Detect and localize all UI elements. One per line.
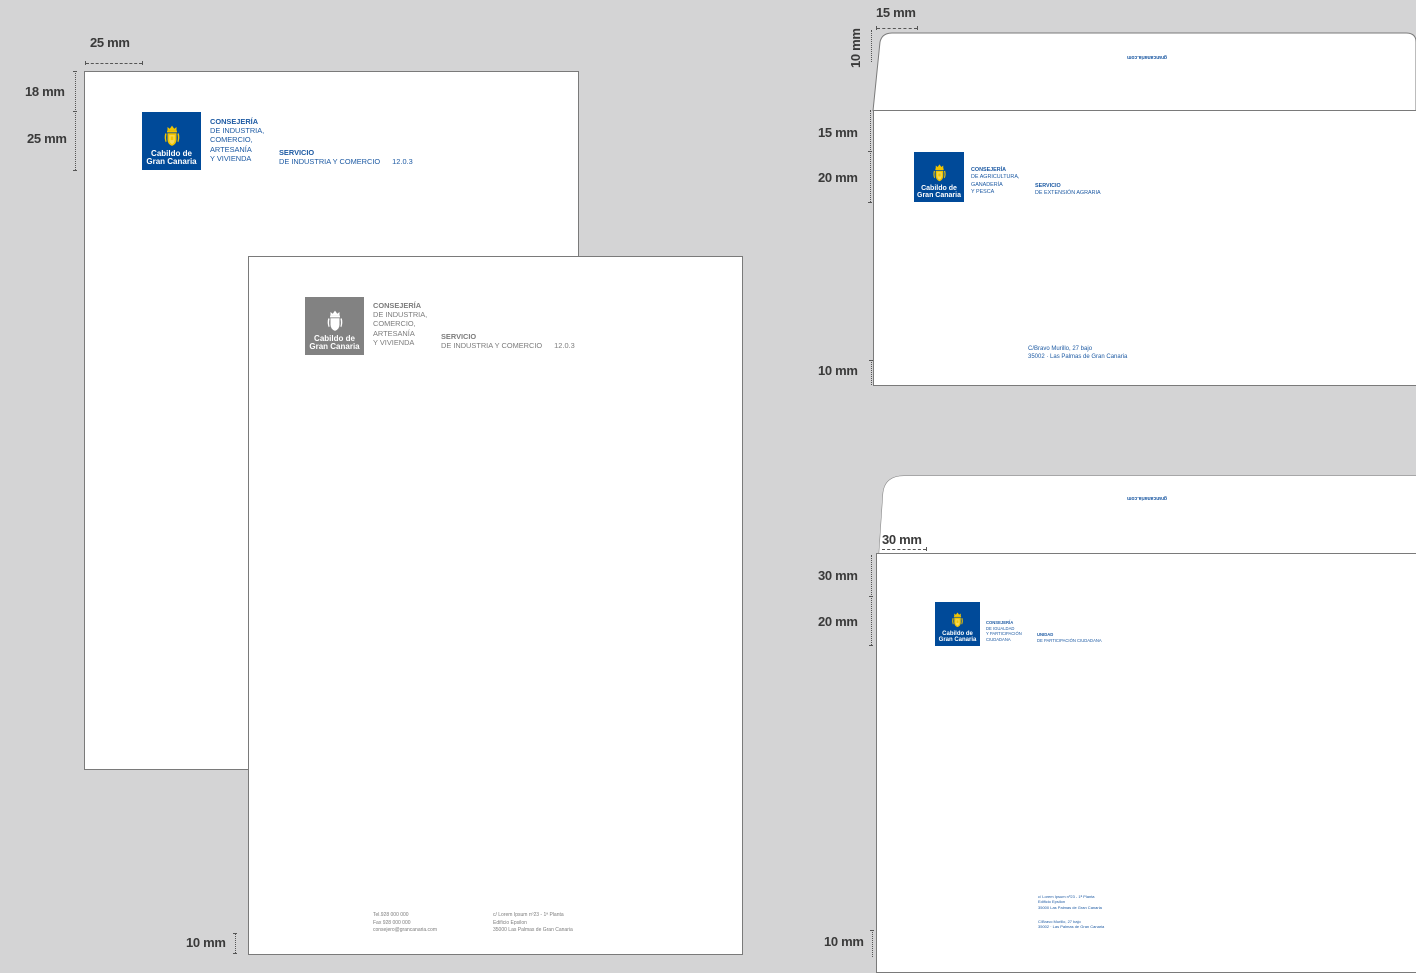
logo-line2: Gran Canaria xyxy=(309,342,360,351)
envelope1-flap xyxy=(872,32,1416,112)
envelope2-address1: c/ Lorem Ipsum nº23 - 1ª Planta Edificio… xyxy=(1038,894,1102,910)
logo-line2: Gran Canaria xyxy=(917,192,961,199)
servicio-sub: DE EXTENSIÓN AGRARIA xyxy=(1035,190,1101,197)
logo-color: Cabildo de Gran Canaria xyxy=(142,112,201,170)
coat-of-arms-icon xyxy=(932,163,947,183)
servicio-code: 12.0.3 xyxy=(554,341,575,351)
logo-gray: Cabildo de Gran Canaria xyxy=(305,297,364,355)
consejeria-block: CONSEJERÍA DE INDUSTRIA, COMERCIO, ARTES… xyxy=(373,301,427,347)
consejeria-line: Y VIVIENDA xyxy=(373,337,415,347)
servicio-block: SERVICIO DE INDUSTRIA Y COMERCIO 12.0.3 xyxy=(441,332,575,350)
dim-bottom-margin: 10 mm xyxy=(186,935,226,950)
dim-bottom: 10 mm xyxy=(824,934,864,949)
consejeria-line: DE AGRICULTURA, xyxy=(971,174,1020,181)
logo-color: Cabildo de Gran Canaria xyxy=(914,152,964,202)
unidad-block: UNIDAD DE PARTICIPACIÓN CIUDADANA xyxy=(1037,632,1102,643)
consejeria-line: GANADERÍA xyxy=(971,181,1003,188)
consejeria-line: COMERCIO, xyxy=(210,135,253,145)
consejeria-title: CONSEJERÍA xyxy=(373,301,422,310)
address-line: C/Bravo Murillo, 27 bajo xyxy=(1028,346,1093,352)
coat-of-arms-icon xyxy=(163,124,181,148)
dim-top: 15 mm xyxy=(818,125,858,140)
servicio-block: SERVICIO DE INDUSTRIA Y COMERCIO 12.0.3 xyxy=(279,148,413,166)
envelope2-flap xyxy=(878,475,1416,556)
footer-email: consejero@grancanaria.com xyxy=(373,927,437,933)
address-line: 35002 · Las Palmas de Gran Canaria xyxy=(1038,924,1105,930)
consejeria-line: COMERCIO, xyxy=(373,319,416,329)
consejeria-line: DE INDUSTRIA, xyxy=(210,126,265,136)
consejeria-title: CONSEJERÍA xyxy=(210,117,259,126)
consejeria-line: Y PARTICIPACIÓN xyxy=(986,631,1022,636)
servicio-sub: DE INDUSTRIA Y COMERCIO xyxy=(279,157,381,167)
consejeria-line: ARTESANÍA xyxy=(210,144,252,154)
dim-vertical-line xyxy=(75,71,76,170)
footer-address-line: 35000 Las Palmas de Gran Canaria xyxy=(493,927,573,933)
consejeria-line: ARTESANÍA xyxy=(373,328,415,338)
dim-top: 30 mm xyxy=(818,568,858,583)
consejeria-line: Y VIVIENDA xyxy=(210,153,252,163)
logo-line1: Cabildo de xyxy=(921,185,957,192)
logo-color: Cabildo de Gran Canaria xyxy=(935,602,980,646)
consejeria-block: CONSEJERÍA DE INDUSTRIA, COMERCIO, ARTES… xyxy=(210,117,264,163)
dim-logo-height: 20 mm xyxy=(818,614,858,629)
address-line: 35000 Las Palmas de Gran Canaria xyxy=(1038,904,1102,910)
consejeria-line: Y PESCA xyxy=(971,189,995,196)
dim-flap-height: 10 mm xyxy=(848,28,863,68)
dim-bottom: 10 mm xyxy=(818,363,858,378)
dim-top-margin: 18 mm xyxy=(25,84,65,99)
servicio-title: SERVICIO xyxy=(279,148,315,157)
consejeria-block: CONSEJERÍA DE IGUALDAD Y PARTICIPACIÓN C… xyxy=(986,620,1022,642)
footer-address-line: c/ Lorem Ipsum nº23 - 1ª Planta xyxy=(493,912,564,918)
footer-contact: Tel.928 000 000 Fax 928 000 000 consejer… xyxy=(373,912,437,935)
envelope2-flap-text: grancanaria.com xyxy=(1127,495,1168,501)
footer-fax: Fax 928 000 000 xyxy=(373,919,411,926)
consejeria-title: CONSEJERÍA xyxy=(971,167,1007,173)
dim-left-margin-line xyxy=(86,63,142,64)
dim-flap-left: 15 mm xyxy=(876,5,916,20)
envelope1-flap-text: grancanaria.com xyxy=(1127,54,1168,60)
logo-line2: Gran Canaria xyxy=(146,157,197,166)
footer-address: c/ Lorem Ipsum nº23 - 1ª Planta Edificio… xyxy=(493,912,573,935)
servicio-block: SERVICIO DE EXTENSIÓN AGRARIA xyxy=(1035,183,1101,198)
envelope1-address: C/Bravo Murillo, 27 bajo 35002 · Las Pal… xyxy=(1028,346,1127,361)
dim-logo-height: 20 mm xyxy=(818,170,858,185)
footer-address-line: Edificio Epsilon xyxy=(493,919,527,926)
consejeria-line: CIUDADANA xyxy=(986,636,1011,642)
coat-of-arms-icon xyxy=(951,611,964,629)
dim-logo-height: 25 mm xyxy=(27,131,67,146)
unidad-sub: DE PARTICIPACIÓN CIUDADANA xyxy=(1037,637,1102,643)
servicio-sub: DE INDUSTRIA Y COMERCIO xyxy=(441,341,543,351)
footer-tel: Tel.928 000 000 xyxy=(373,912,409,918)
address-line: 35002 · Las Palmas de Gran Canaria xyxy=(1028,353,1128,360)
servicio-code: 12.0.3 xyxy=(392,157,413,167)
letterhead-gray-sheet xyxy=(248,256,743,955)
servicio-title: SERVICIO xyxy=(441,332,477,341)
consejeria-line: DE INDUSTRIA, xyxy=(373,310,428,320)
envelope2-address2: C/Bravo Murillo, 27 bajo 35002 · Las Pal… xyxy=(1038,919,1104,930)
dim-left-margin: 25 mm xyxy=(90,35,130,50)
coat-of-arms-icon xyxy=(326,309,344,333)
dim-left: 30 mm xyxy=(882,532,922,547)
consejeria-block: CONSEJERÍA DE AGRICULTURA, GANADERÍA Y P… xyxy=(971,167,1019,197)
logo-line2: Gran Canaria xyxy=(938,637,977,643)
